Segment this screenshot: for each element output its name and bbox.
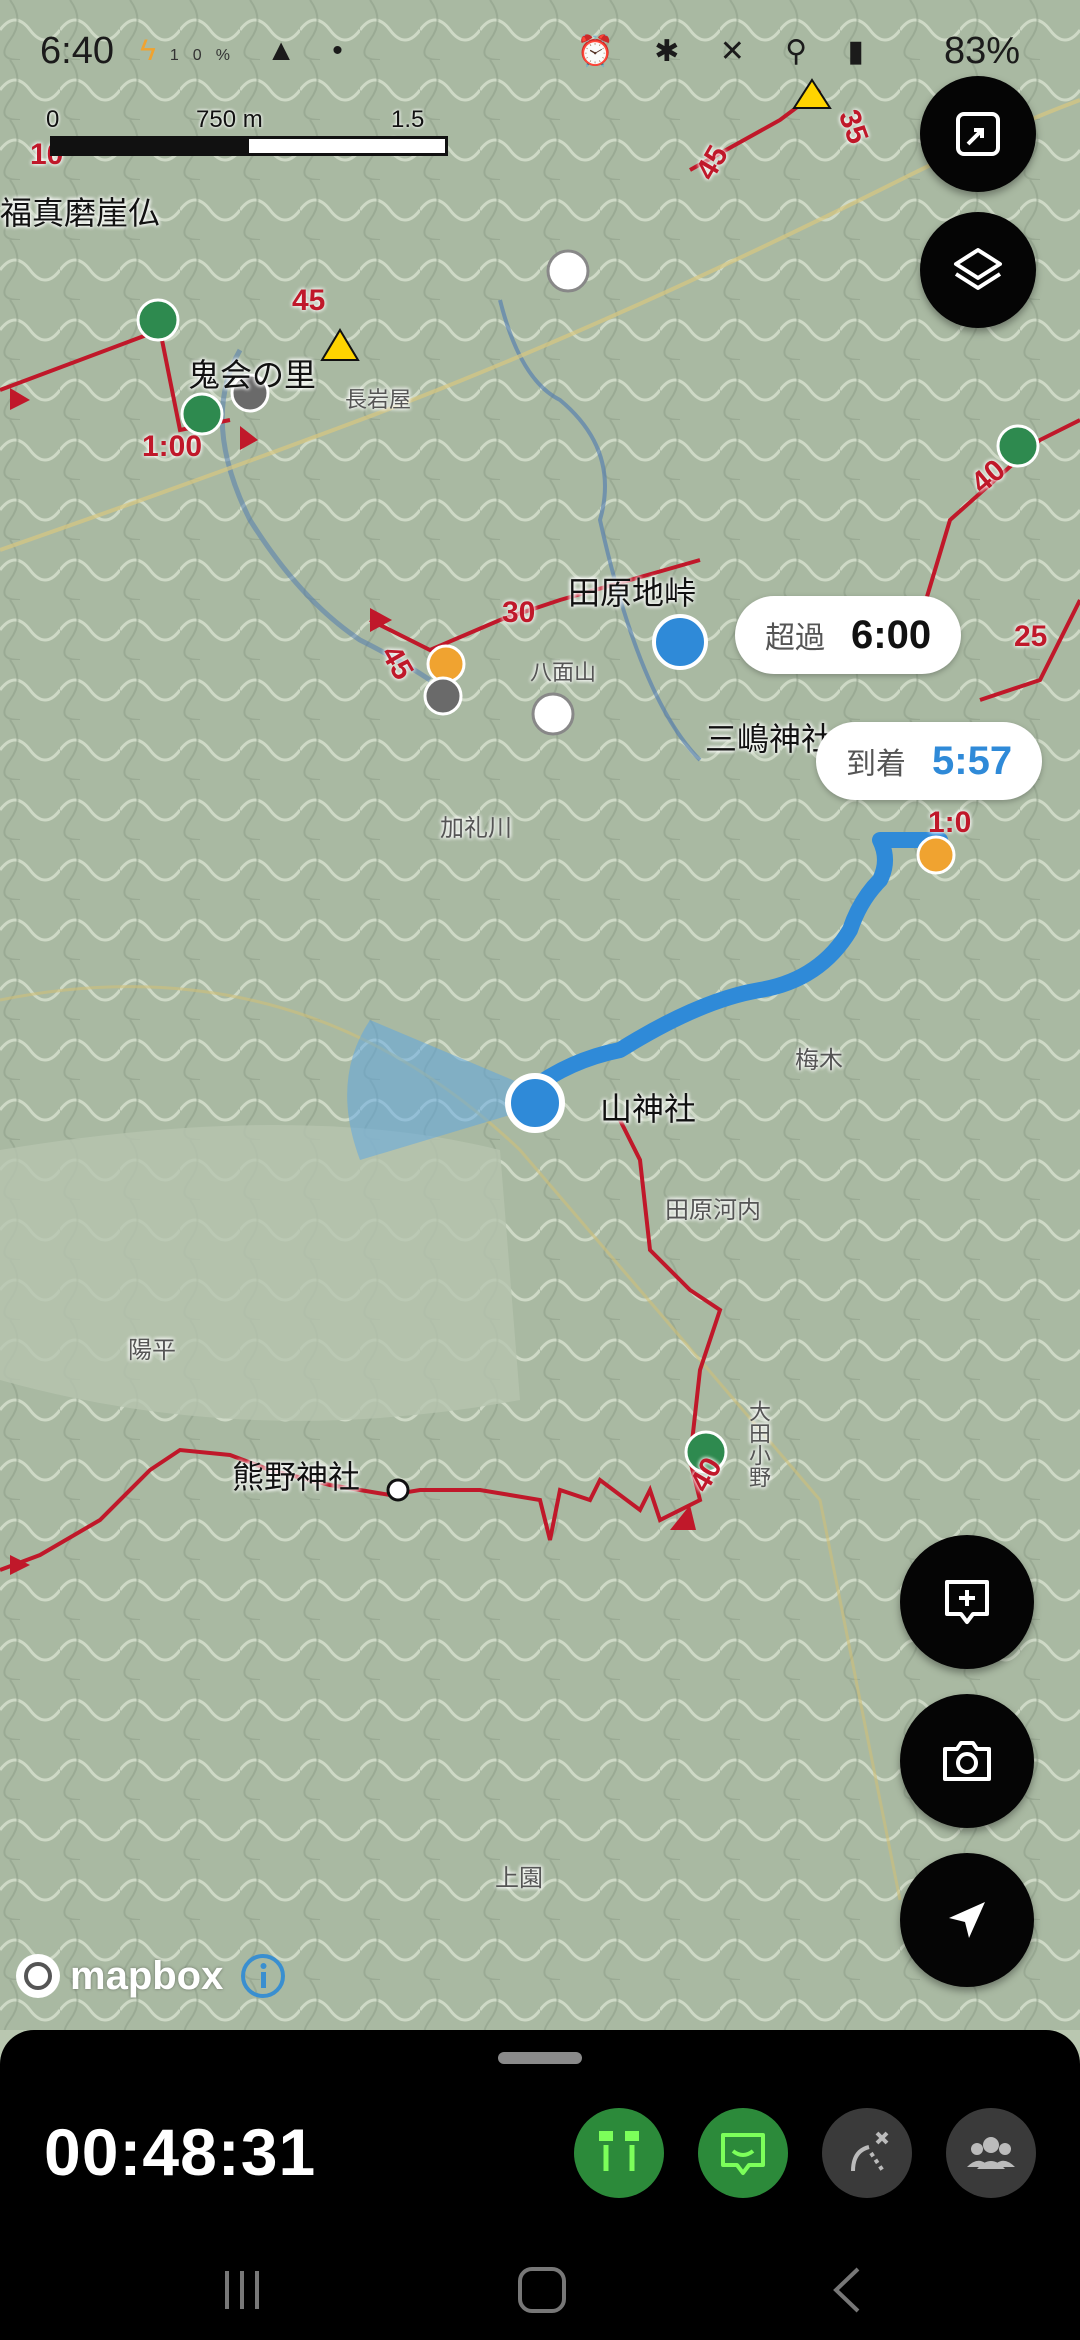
status-right-icons: ⏰ ✱ ✕ ⚲ ▮ [576, 35, 880, 68]
place-kumano-shrine: 熊野神社 [232, 1459, 361, 1495]
home-button[interactable] [502, 2260, 582, 2320]
info-icon[interactable] [237, 1950, 289, 2002]
place-hachimenzan: 八面山 [530, 660, 597, 685]
current-location-button[interactable] [900, 1853, 1034, 1987]
place-kamizono: 上園 [495, 1865, 543, 1892]
mapbox-attribution[interactable]: mapbox [12, 1950, 289, 2002]
elapsed-timer: 00:48:31 [44, 2115, 317, 2189]
pass-time-value: 6:00 [851, 612, 932, 657]
navigation-arrow-icon [949, 1902, 985, 1938]
memo-icon [721, 2133, 765, 2175]
memo-list-button[interactable] [698, 2108, 788, 2198]
place-kureigawa: 加礼川 [440, 815, 512, 842]
back-button[interactable] [808, 2260, 888, 2320]
recent-apps-icon [225, 2271, 259, 2309]
arrive-time-bubble[interactable]: 到着 5:57 [816, 722, 1043, 800]
place-yohira: 陽平 [128, 1337, 176, 1364]
minimize-icon [956, 112, 1000, 156]
recent-apps-button[interactable] [202, 2260, 282, 2320]
scale-bar-graphic [50, 136, 448, 156]
drag-handle[interactable] [498, 2052, 582, 2064]
route-off-button[interactable] [822, 2108, 912, 2198]
pass-time-bubble[interactable]: 超過 6:00 [735, 596, 962, 674]
place-chogan: 長岩屋 [345, 387, 412, 412]
place-umeki: 梅木 [795, 1047, 843, 1074]
battery-level: 83% [943, 30, 1020, 72]
trail-time-label: 45 [292, 284, 326, 317]
place-yama-shrine: 山神社 [600, 1091, 697, 1127]
group-button[interactable] [946, 2108, 1036, 2198]
map-view[interactable]: 福真磨崖仏 鬼会の里 田原地峠 三嶋神社 山神社 熊野神社 加礼川 八面山 田原… [0, 0, 1080, 2030]
trail-time-label: 1:0 [928, 806, 972, 839]
arrive-time-value: 5:57 [932, 738, 1013, 783]
scale-mid: 750 m [196, 106, 263, 133]
home-icon [518, 2267, 566, 2313]
status-bar: 6:40 ϟ10% ▲ • ⏰ ✱ ✕ ⚲ ▮ 83% [0, 0, 1080, 100]
pass-time-key: 超過 [765, 622, 825, 655]
place-fukuma: 福真磨崖仏 [0, 195, 161, 231]
route-deviation-icon [851, 2131, 889, 2173]
camera-button[interactable] [900, 1694, 1034, 1828]
trail-time-label: 30 [502, 596, 536, 629]
arrive-time-key: 到着 [846, 748, 906, 781]
add-comment-icon [945, 1580, 989, 1624]
mapbox-logo-text: mapbox [70, 1953, 224, 1998]
mapbox-logo-icon [16, 1954, 60, 1998]
weather-small: 10% [169, 47, 244, 64]
group-icon [967, 2137, 1015, 2169]
place-odaono: 大田小野 [746, 1400, 771, 1488]
status-left-icons: ϟ10% ▲ • [140, 34, 357, 67]
trail-time-label: 1:00 [142, 430, 203, 463]
checkpoint-icon [599, 2131, 639, 2171]
status-time: 6:40 [40, 30, 114, 72]
place-onikai: 鬼会の里 [188, 357, 317, 393]
checkpoint-button[interactable] [574, 2108, 664, 2198]
scale-zero: 0 [46, 106, 60, 133]
trail-time-label: 25 [1014, 620, 1048, 653]
layers-icon [954, 248, 1002, 290]
minimize-map-button[interactable] [920, 76, 1036, 192]
add-memo-button[interactable] [900, 1535, 1034, 1669]
place-tawara-pass: 田原地峠 [568, 575, 697, 611]
bottom-panel: 00:48:31 [0, 2030, 1080, 2340]
camera-icon [943, 1741, 991, 1781]
place-tawara-kawauchi: 田原河内 [665, 1197, 761, 1224]
layers-button[interactable] [920, 212, 1036, 328]
place-mishima-shrine: 三嶋神社 [705, 721, 834, 757]
back-icon [833, 2267, 860, 2313]
